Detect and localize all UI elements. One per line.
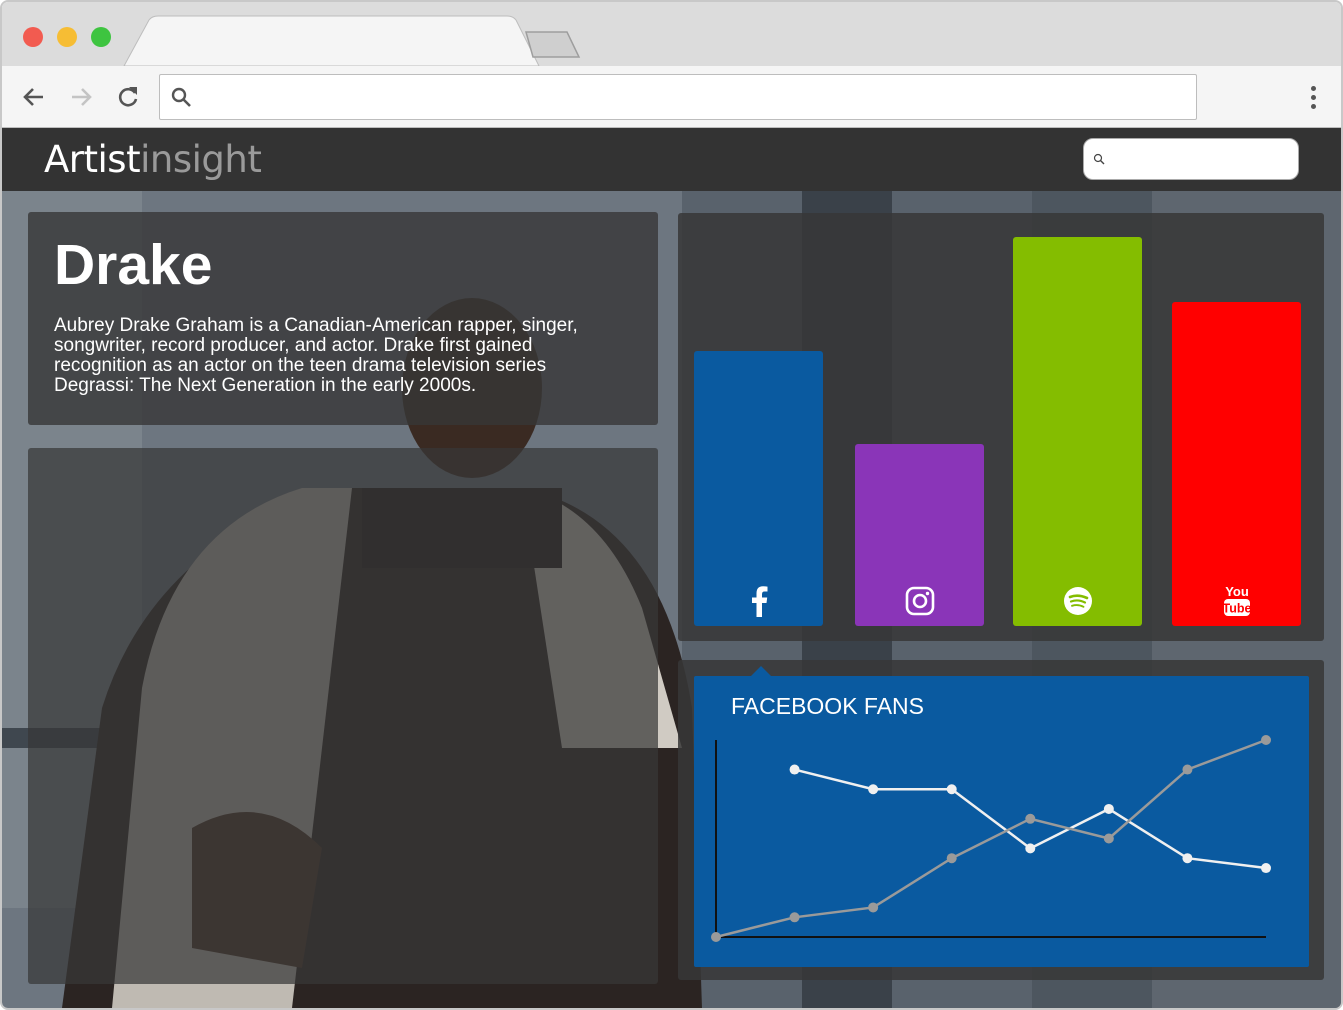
platform-bar-chart: You Tube (678, 213, 1324, 641)
browser-toolbar (2, 66, 1341, 128)
menu-dot-icon (1310, 85, 1316, 91)
reload-button[interactable] (113, 82, 143, 112)
series-0-point (868, 784, 879, 795)
back-button[interactable] (19, 82, 49, 112)
series-0-point (1261, 863, 1271, 874)
series-0-point (1182, 853, 1193, 864)
youtube-bar[interactable]: You Tube (1172, 302, 1301, 626)
forward-button[interactable] (66, 82, 96, 112)
series-1-point (711, 932, 721, 942)
tab-bar (2, 2, 1341, 66)
series-1-point (789, 912, 800, 923)
series-0-point (1103, 803, 1114, 814)
reload-icon (118, 87, 138, 107)
series-0-point (946, 784, 957, 795)
series-0-point (1025, 843, 1036, 854)
artist-name: Drake (54, 233, 213, 297)
spotify-bar[interactable] (1013, 237, 1142, 626)
artist-bio: Aubrey Drake Graham is a Canadian-Americ… (54, 315, 578, 396)
browser-menu-button[interactable] (1298, 81, 1328, 113)
svg-text:You: You (1225, 584, 1249, 599)
empty-panel (28, 448, 658, 984)
search-icon (171, 87, 191, 107)
site-header: Artistinsight (2, 128, 1341, 191)
instagram-bar[interactable] (855, 444, 984, 626)
series-1-point (1261, 735, 1271, 745)
site-search-input[interactable] (1083, 138, 1299, 180)
series-1-point (946, 853, 957, 864)
artist-bio-card: Drake Aubrey Drake Graham is a Canadian-… (28, 212, 658, 425)
series-1-point (1103, 833, 1114, 844)
arrow-right-icon (72, 88, 92, 106)
svg-text:Tube: Tube (1222, 602, 1251, 616)
youtube-icon: You Tube (1220, 584, 1254, 618)
arrow-left-icon (23, 88, 43, 106)
series-1-point (868, 902, 879, 913)
search-icon (1093, 153, 1105, 165)
instagram-icon (903, 584, 937, 618)
facebook-icon (742, 584, 776, 618)
facebook-fans-card: FACEBOOK FANS (678, 660, 1324, 980)
line-chart (711, 735, 1271, 942)
site-logo[interactable]: Artistinsight (44, 138, 262, 181)
spotify-icon (1061, 584, 1095, 618)
series-1-point (1182, 764, 1193, 775)
new-tab-button[interactable] (523, 30, 583, 60)
address-bar[interactable] (159, 74, 1197, 120)
facebook-bar[interactable] (694, 351, 823, 626)
page-content: Artistinsight Drake Aubrey Drake Graham … (2, 128, 1341, 1008)
series-0-point (789, 764, 800, 775)
browser-tab[interactable] (2, 2, 602, 66)
series-1-point (1025, 813, 1036, 824)
facebook-fans-chart: FACEBOOK FANS (694, 666, 1309, 967)
browser-window: Artistinsight Drake Aubrey Drake Graham … (0, 0, 1343, 1010)
